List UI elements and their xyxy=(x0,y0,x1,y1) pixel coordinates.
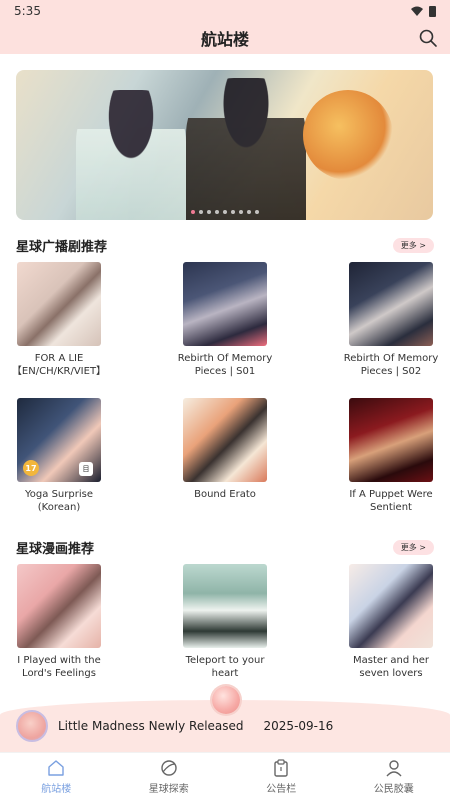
now-playing-title: Little Madness Newly Released xyxy=(58,719,244,733)
play-count-icon: 目 xyxy=(79,462,93,476)
drama-cover xyxy=(183,262,267,346)
now-playing-date: 2025-09-16 xyxy=(263,719,334,733)
search-icon[interactable] xyxy=(418,28,438,48)
user-icon xyxy=(386,760,402,777)
drama-card[interactable]: Rebirth Of Memory Pieces | S02 xyxy=(344,262,438,378)
now-playing-avatar xyxy=(16,710,48,742)
comic-card[interactable]: I Played with the Lord's Feelings xyxy=(16,564,102,680)
drama-title: FOR A LIE 【EN/CH/KR/VIET】 xyxy=(11,353,107,377)
comic-title: I Played with the Lord's Feelings xyxy=(17,655,101,679)
planet-icon xyxy=(161,760,177,776)
banner-figure xyxy=(186,78,306,220)
tab-label: 航站楼 xyxy=(41,784,72,795)
drama-card[interactable]: Bound Erato xyxy=(182,398,268,501)
carousel-dot[interactable] xyxy=(230,210,235,214)
carousel-dot[interactable] xyxy=(238,210,243,214)
comic-title: Master and her seven lovers xyxy=(353,655,429,679)
tab-bulletin[interactable]: 公告栏 xyxy=(225,753,338,800)
comic-card[interactable]: Teleport to your heart xyxy=(182,564,268,680)
section-title: 星球广播剧推荐 xyxy=(16,239,108,255)
status-bar: 5:35 xyxy=(0,0,450,22)
drama-title: Rebirth Of Memory Pieces | S02 xyxy=(343,353,439,377)
age-badge: 17 xyxy=(23,460,39,476)
drama-title: If A Puppet Were Sentient xyxy=(349,489,433,513)
tab-terminal[interactable]: 航站楼 xyxy=(0,753,113,800)
drama-card[interactable]: Rebirth Of Memory Pieces | S01 xyxy=(178,262,272,378)
status-icons xyxy=(411,5,436,17)
drama-cover xyxy=(17,262,101,346)
drama-cover xyxy=(183,398,267,482)
page-title: 航站楼 xyxy=(200,30,249,49)
comic-card[interactable]: Master and her seven lovers xyxy=(348,564,434,680)
section-title: 星球漫画推荐 xyxy=(16,541,95,557)
tab-profile[interactable]: 公民胶囊 xyxy=(338,753,450,800)
carousel-dot[interactable] xyxy=(254,210,259,214)
carousel-dots xyxy=(16,210,433,214)
section-header-comics: 星球漫画推荐 更多 > xyxy=(16,537,434,557)
section-header-audio-drama: 星球广播剧推荐 更多 > xyxy=(16,235,434,255)
comic-cover xyxy=(349,564,433,648)
bottom-tab-bar: 航站楼 星球探索 公告栏 公民胶囊 xyxy=(0,752,450,800)
status-time: 5:35 xyxy=(14,4,41,18)
drama-card[interactable]: FOR A LIE 【EN/CH/KR/VIET】 xyxy=(12,262,106,378)
drama-cover xyxy=(349,262,433,346)
carousel-dot[interactable] xyxy=(214,210,219,214)
more-button[interactable]: 更多 > xyxy=(392,539,434,555)
carousel-dot[interactable] xyxy=(246,210,251,214)
drama-card[interactable]: 17 目 Yoga Surprise (Korean) xyxy=(16,398,102,514)
tab-label: 公民胶囊 xyxy=(373,784,414,795)
drama-cover: 17 目 xyxy=(17,398,101,482)
tab-label: 公告栏 xyxy=(266,784,297,795)
drama-card[interactable]: If A Puppet Were Sentient xyxy=(348,398,434,514)
now-playing-bar[interactable]: Little Madness Newly Released 2025-09-16 xyxy=(0,686,450,752)
wifi-icon xyxy=(411,6,423,16)
tab-explore[interactable]: 星球探索 xyxy=(113,753,226,800)
comic-cover xyxy=(17,564,101,648)
clipboard-icon xyxy=(274,759,288,777)
peach-icon[interactable] xyxy=(212,686,240,714)
carousel-dot[interactable] xyxy=(206,210,211,214)
banner-carousel[interactable] xyxy=(16,70,433,220)
battery-icon xyxy=(429,5,436,17)
carousel-dot[interactable] xyxy=(198,210,203,214)
home-icon xyxy=(48,760,64,776)
app-header: 航站楼 xyxy=(0,22,450,54)
carousel-dot[interactable] xyxy=(190,210,195,214)
comic-title: Teleport to your heart xyxy=(185,655,265,679)
more-button[interactable]: 更多 > xyxy=(392,237,434,253)
main-content: 星球广播剧推荐 更多 > FOR A LIE 【EN/CH/KR/VIET】 R… xyxy=(0,54,450,700)
drama-title: Yoga Surprise (Korean) xyxy=(25,489,93,513)
banner-figure xyxy=(76,90,186,220)
drama-cover xyxy=(349,398,433,482)
carousel-dot[interactable] xyxy=(222,210,227,214)
drama-title: Bound Erato xyxy=(194,489,256,500)
drama-title: Rebirth Of Memory Pieces | S01 xyxy=(177,353,273,377)
comic-cover xyxy=(183,564,267,648)
banner-logo xyxy=(303,90,393,180)
tab-label: 星球探索 xyxy=(148,784,189,795)
